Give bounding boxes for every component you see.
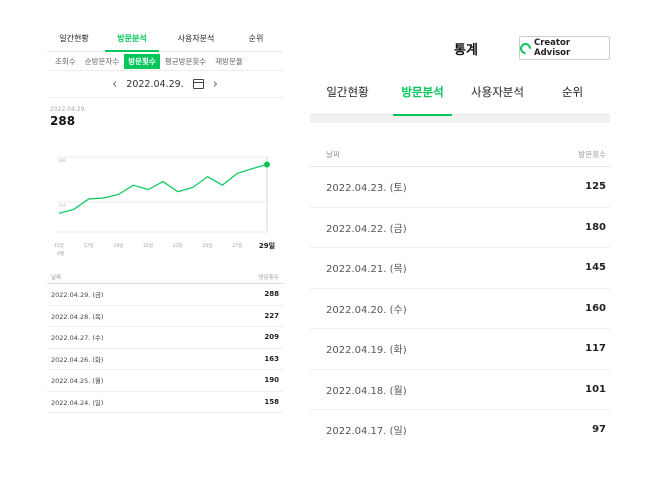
table-row[interactable]: 2022.04.28. (목) 227 (47, 306, 283, 327)
left-visits-table: 날짜 방문횟수 2022.04.29. (금) 288 2022.04.28. (… (47, 270, 283, 413)
data-point-selected[interactable] (264, 161, 270, 168)
mobile-stats-panel-left: 일간현황 방문분석 사용자분석 순위 조회수 순방문자수 방문횟수 평균방문횟수… (47, 30, 283, 448)
row-date: 2022.04.18. (월) (326, 385, 407, 397)
x-tick-label: 15일 (54, 242, 64, 249)
x-tick-labels: 15일 17일 19일 21일 23일 25일 27일 29일 (54, 241, 275, 250)
x-axis-month-note: 4월 (57, 250, 64, 257)
x-tick-label: 19일 (113, 242, 123, 249)
row-count: 97 (592, 424, 606, 436)
main-tab-bar: 일간현황 방문분석 사용자분석 순위 (47, 30, 283, 52)
main-tab-bar: 일간현황 방문분석 사용자분석 순위 (310, 70, 610, 116)
tab-visit-analysis[interactable]: 방문분석 (101, 33, 163, 52)
tab-user-analysis[interactable]: 사용자분석 (460, 70, 535, 115)
header-count: 방문횟수 (578, 150, 606, 159)
row-count: 145 (585, 262, 606, 274)
table-row[interactable]: 2022.04.21. (목) 145 (310, 248, 610, 289)
row-count: 227 (264, 311, 279, 320)
row-date: 2022.04.27. (수) (51, 334, 104, 343)
y-tick-label-mid: 144 (58, 203, 66, 208)
table-header: 날짜 방문횟수 (310, 123, 610, 167)
row-date: 2022.04.29. (금) (51, 291, 104, 300)
chevron-left-icon[interactable]: ‹ (112, 77, 117, 92)
x-tick-label: 29일 (259, 241, 275, 250)
subtab-unique-visitors[interactable]: 순방문자수 (81, 54, 124, 69)
summary-block: 2022.04.29. 288 (47, 98, 283, 134)
table-row[interactable]: 2022.04.26. (화) 163 (47, 349, 283, 370)
row-date: 2022.04.19. (화) (326, 345, 407, 357)
table-row[interactable]: 2022.04.18. (월) 101 (310, 370, 610, 410)
row-date: 2022.04.28. (목) (51, 312, 104, 321)
chevron-right-icon[interactable]: › (213, 77, 218, 92)
table-row[interactable]: 2022.04.24. (일) 158 (47, 392, 283, 413)
table-row[interactable]: 2022.04.22. (금) 180 (310, 208, 610, 248)
table-row[interactable]: 2022.04.27. (수) 209 (47, 327, 283, 349)
row-date: 2022.04.25. (월) (51, 377, 104, 386)
date-navigator: ‹ 2022.04.29. › (47, 71, 283, 98)
x-tick-label: 17일 (84, 242, 94, 249)
chart-marks (58, 161, 270, 214)
subtab-visit-count[interactable]: 방문횟수 (124, 53, 160, 69)
row-date: 2022.04.22. (금) (326, 223, 407, 235)
x-tick-label: 25일 (203, 242, 213, 249)
table-row[interactable]: 2022.04.19. (화) 117 (310, 329, 610, 370)
row-count: 190 (264, 376, 279, 385)
tab-ranking[interactable]: 순위 (229, 33, 283, 51)
calendar-icon[interactable] (192, 79, 204, 89)
row-count: 163 (264, 354, 279, 363)
subtab-views[interactable]: 조회수 (51, 54, 80, 69)
row-date: 2022.04.20. (수) (326, 304, 407, 316)
header-date: 날짜 (51, 275, 62, 281)
tab-daily-status[interactable]: 일간현황 (310, 70, 385, 115)
row-date: 2022.04.26. (화) (51, 355, 104, 364)
table-row[interactable]: 2022.04.25. (월) 190 (47, 370, 283, 392)
header-count: 방문횟수 (258, 275, 279, 281)
summary-date: 2022.04.29. (50, 106, 87, 113)
metric-subtab-bar: 조회수 순방문자수 방문횟수 평균방문횟수 재방문율 (47, 52, 283, 71)
table-row[interactable]: 2022.04.17. (일) 97 (310, 410, 610, 448)
tab-ranking[interactable]: 순위 (535, 70, 610, 115)
row-count: 288 (264, 290, 279, 299)
x-tick-label: 23일 (173, 242, 183, 249)
tab-visit-analysis[interactable]: 방문분석 (385, 70, 460, 116)
row-date: 2022.04.21. (목) (326, 264, 407, 276)
row-count: 160 (585, 302, 606, 314)
y-tick-label-top: 288 (58, 158, 66, 163)
creator-advisor-logo-icon (517, 40, 534, 56)
current-date: 2022.04.29. (126, 78, 184, 90)
top-header: 통계 Creator Advisor (310, 30, 610, 70)
subtab-revisit-rate[interactable]: 재방문율 (211, 54, 247, 69)
row-count: 125 (585, 181, 606, 193)
row-count: 158 (264, 397, 279, 406)
summary-value: 288 (50, 114, 76, 128)
tab-daily-status[interactable]: 일간현황 (47, 33, 101, 51)
mobile-stats-panel-right: 통계 Creator Advisor 일간현황 방문분석 사용자분석 순위 날짜… (310, 30, 610, 448)
x-tick-label: 27일 (232, 242, 242, 249)
creator-advisor-label: Creator Advisor (533, 38, 571, 58)
row-count: 180 (585, 221, 606, 233)
header-date: 날짜 (326, 150, 340, 159)
row-date: 2022.04.24. (일) (51, 398, 104, 407)
row-count: 209 (264, 333, 279, 342)
row-count: 101 (585, 383, 606, 395)
table-row[interactable]: 2022.04.20. (수) 160 (310, 289, 610, 329)
tab-user-analysis[interactable]: 사용자분석 (163, 33, 229, 51)
row-date: 2022.04.17. (일) (326, 426, 407, 438)
table-row[interactable]: 2022.04.29. (금) 288 (47, 284, 283, 306)
x-tick-label: 21일 (143, 242, 153, 249)
section-divider (310, 115, 610, 123)
creator-advisor-button[interactable]: Creator Advisor (517, 36, 610, 60)
row-count: 117 (585, 343, 606, 355)
row-date: 2022.04.23. (토) (326, 183, 407, 195)
table-header: 날짜 방문횟수 (47, 270, 283, 284)
series-line (58, 163, 268, 214)
table-row[interactable]: 2022.04.23. (토) 125 (310, 167, 610, 208)
page-title: 통계 (454, 43, 478, 58)
subtab-avg-visits[interactable]: 평균방문횟수 (161, 54, 210, 69)
